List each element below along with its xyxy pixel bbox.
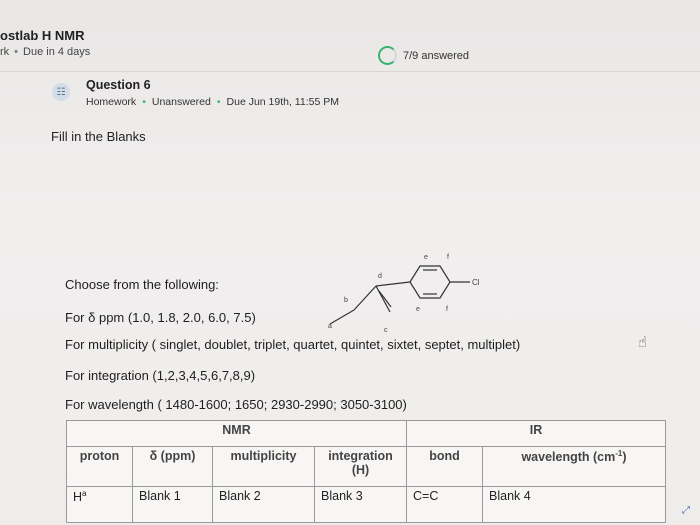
- resize-corner-icon: ⤢: [682, 505, 690, 516]
- table-group-row: NMR IR: [66, 420, 666, 447]
- label-cl: Cl: [472, 278, 480, 287]
- cell-proton: Ha: [66, 486, 133, 523]
- question-status: Unanswered: [151, 96, 211, 108]
- nmr-ir-table: NMR IR proton δ (ppm) multiplicity integ…: [66, 420, 666, 523]
- blank-3-input[interactable]: Blank 3: [314, 486, 407, 523]
- answered-count: 7/9 answered: [403, 49, 470, 62]
- cell-bond: C=C: [406, 486, 483, 523]
- separator-dot: •: [142, 96, 146, 108]
- header-proton: proton: [66, 446, 133, 487]
- question-type: Homework: [86, 96, 137, 108]
- label-a: a: [328, 323, 332, 330]
- question-list-icon: ☷: [52, 83, 70, 101]
- label-c: c: [384, 327, 388, 334]
- header-bond: bond: [406, 446, 483, 487]
- header-multiplicity: multiplicity: [212, 446, 315, 487]
- separator-dot: •: [14, 46, 19, 58]
- question-due: Due Jun 19th, 11:55 PM: [226, 96, 339, 108]
- hand-cursor-icon: ☝: [638, 334, 648, 351]
- question-header: ☷ Question 6 Homework • Unanswered • Due Jun…: [52, 76, 692, 116]
- proton-label: H: [73, 490, 83, 505]
- blank-4-input[interactable]: Blank 4: [482, 486, 666, 523]
- header-wavelength-close: ): [622, 450, 627, 465]
- header-integration-unit: (H): [351, 463, 370, 477]
- question-title: Question 6: [86, 78, 151, 92]
- choose-instruction: Choose from the following:: [65, 277, 219, 292]
- label-d: d: [378, 273, 382, 280]
- label-e-top: e: [424, 254, 428, 261]
- wavelength-options: For wavelength ( 1480-1600; 1650; 2930-2…: [65, 397, 407, 412]
- fill-in-blanks-title: Fill in the Blanks: [51, 129, 146, 144]
- blank-1-input[interactable]: Blank 1: [132, 486, 213, 523]
- progress-ring-icon: [378, 46, 397, 65]
- course-sub-left: rk: [0, 46, 10, 58]
- ppm-options: For δ ppm (1.0, 1.8, 2.0, 6.0, 7.5): [65, 310, 256, 325]
- assignment-header: ostlab H NMR rk • Due in 4 days 7/9 answer…: [0, 0, 700, 72]
- answered-progress[interactable]: 7/9 answered: [378, 46, 469, 65]
- table-row: Ha Blank 1 Blank 2 Blank 3 C=C Blank 4: [66, 486, 666, 523]
- nmr-group-header: NMR: [66, 420, 407, 447]
- course-subtitle: rk • Due in 4 days: [0, 46, 90, 58]
- label-f-top: f: [447, 254, 449, 261]
- table-header-row: proton δ (ppm) multiplicity integration …: [66, 446, 666, 487]
- blank-2-input[interactable]: Blank 2: [212, 486, 315, 523]
- course-title: ostlab H NMR: [0, 28, 85, 43]
- proton-superscript: a: [82, 489, 87, 498]
- due-label: Due in 4 days: [23, 46, 91, 58]
- header-integration: integration (H): [314, 446, 407, 487]
- question-meta: Homework • Unanswered • Due Jun 19th, 11:55 …: [86, 96, 339, 108]
- multiplicity-options: For multiplicity ( singlet, doublet, tri…: [65, 337, 521, 352]
- label-b: b: [344, 297, 348, 304]
- header-wavelength: wavelength (cm-1): [482, 446, 666, 487]
- molecule-structure: a b c d e f e f Cl: [328, 254, 480, 334]
- label-e-bottom: e: [416, 306, 420, 313]
- ir-group-header: IR: [406, 420, 666, 447]
- header-wavelength-label: wavelength (cm: [521, 450, 616, 465]
- header-ppm: δ (ppm): [132, 446, 213, 487]
- separator-dot: •: [216, 96, 221, 108]
- integration-options: For integration (1,2,3,4,5,6,7,8,9): [65, 368, 256, 383]
- label-f-bottom: f: [446, 306, 448, 313]
- header-integration-label: integration: [328, 449, 393, 463]
